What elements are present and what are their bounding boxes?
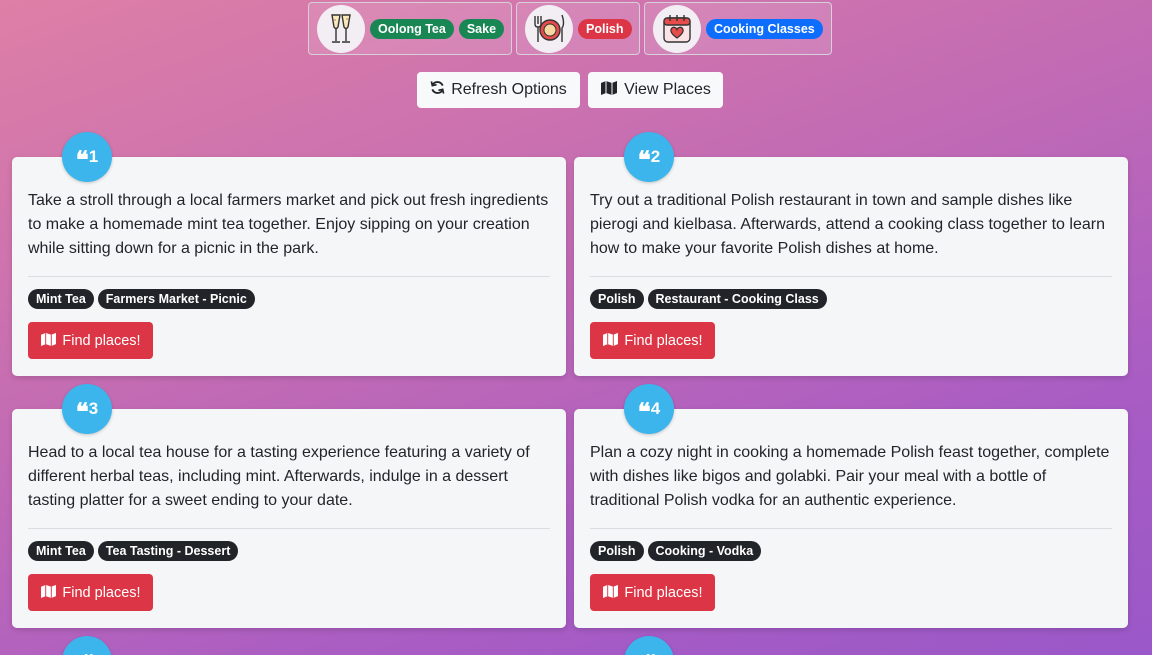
chip-group-oolong-sake: Oolong Tea Sake (308, 2, 512, 55)
find-places-button[interactable]: Find places! (28, 322, 153, 359)
map-icon (40, 584, 57, 602)
find-places-label: Find places! (624, 332, 703, 349)
tag-list: Polish Restaurant - Cooking Class (590, 289, 827, 309)
idea-card: Try out a traditional Polish restaurant … (574, 157, 1128, 376)
idea-card: Take a stroll through a local farmers ma… (12, 157, 566, 376)
idea-number-badge: ❝ 2 (624, 132, 674, 182)
idea-number: 1 (88, 147, 99, 166)
find-places-label: Find places! (62, 332, 141, 349)
divider (28, 528, 550, 529)
quote-icon: ❝ (75, 397, 89, 426)
idea-number: 4 (650, 399, 661, 418)
tag: Farmers Market - Picnic (97, 289, 255, 309)
tag: Polish (590, 541, 644, 561)
chip-group-cooking-classes: Cooking Classes (644, 2, 832, 55)
idea-number-badge: ❝ 3 (62, 384, 112, 434)
idea-number-badge-partial: ❝ (624, 636, 674, 655)
idea-number: 2 (650, 147, 661, 166)
view-places-button[interactable]: View Places (588, 72, 723, 108)
refresh-options-button[interactable]: Refresh Options (417, 72, 580, 108)
plate-fork-knife-icon (525, 4, 573, 53)
chip-pill[interactable]: Polish (578, 18, 632, 39)
chip-pill[interactable]: Cooking Classes (706, 18, 823, 39)
idea-description: Plan a cozy night in cooking a homemade … (590, 444, 1110, 509)
idea-number-badge: ❝ 4 (624, 384, 674, 434)
quote-icon: ❝ (637, 397, 651, 426)
tag-list: Polish Cooking - Vodka (590, 541, 762, 561)
idea-description: Try out a traditional Polish restaurant … (590, 192, 1105, 257)
idea-card: Plan a cozy night in cooking a homemade … (574, 409, 1128, 628)
find-places-button[interactable]: Find places! (28, 574, 153, 611)
find-places-button[interactable]: Find places! (590, 322, 715, 359)
quote-icon: ❝ (75, 145, 89, 174)
divider (590, 276, 1112, 277)
map-icon (602, 332, 619, 350)
idea-number-badge: ❝ 1 (62, 132, 112, 182)
map-icon (600, 80, 618, 100)
tag-list: Mint Tea Tea Tasting - Dessert (28, 541, 239, 561)
divider (28, 276, 550, 277)
find-places-label: Find places! (624, 584, 703, 601)
tag: Polish (590, 289, 644, 309)
tag: Mint Tea (28, 289, 94, 309)
refresh-options-label: Refresh Options (451, 81, 567, 98)
find-places-label: Find places! (62, 584, 141, 601)
calendar-heart-icon (653, 4, 701, 53)
champagne-glasses-icon (317, 4, 365, 53)
idea-card: Head to a local tea house for a tasting … (12, 409, 566, 628)
chip-pill[interactable]: Sake (458, 18, 505, 39)
idea-number: 3 (88, 399, 99, 418)
idea-description: Take a stroll through a local farmers ma… (28, 192, 549, 257)
view-places-label: View Places (624, 81, 711, 98)
idea-description: Head to a local tea house for a tasting … (28, 444, 530, 509)
chip-group-polish: Polish (516, 2, 640, 55)
tag: Tea Tasting - Dessert (97, 541, 239, 561)
find-places-button[interactable]: Find places! (590, 574, 715, 611)
tag: Restaurant - Cooking Class (647, 289, 827, 309)
refresh-icon (430, 80, 445, 100)
chip-pill[interactable]: Oolong Tea (370, 18, 454, 39)
tag: Mint Tea (28, 541, 94, 561)
idea-number-badge-partial: ❝ (62, 636, 112, 655)
quote-icon: ❝ (637, 145, 651, 174)
map-icon (40, 332, 57, 350)
map-icon (602, 584, 619, 602)
tag: Cooking - Vodka (647, 541, 762, 561)
divider (590, 528, 1112, 529)
tag-list: Mint Tea Farmers Market - Picnic (28, 289, 255, 309)
